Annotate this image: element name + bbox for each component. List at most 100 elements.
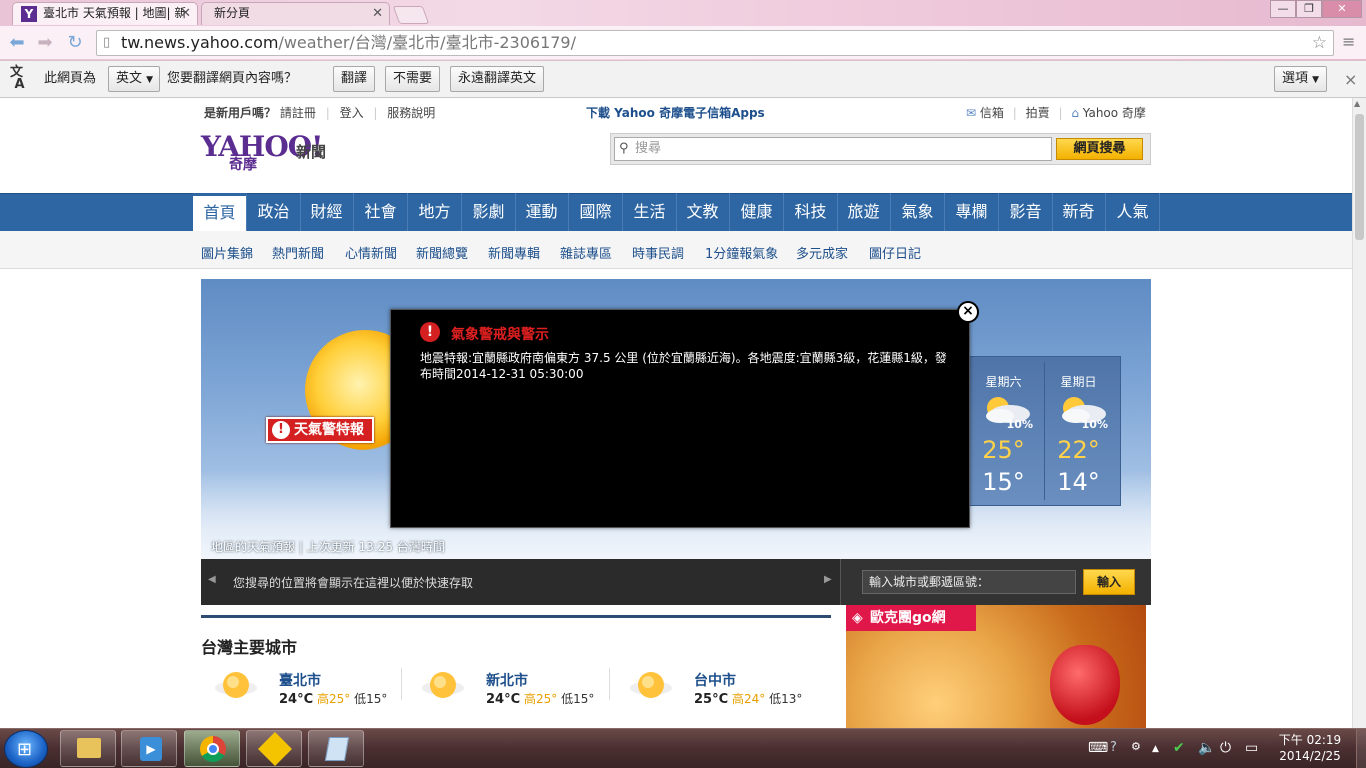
web-search-button[interactable]: 網頁搜尋 xyxy=(1056,138,1143,160)
network-icon[interactable]: ▭ xyxy=(1245,740,1258,756)
nav-item[interactable]: 首頁 xyxy=(193,193,247,231)
tab-weather[interactable]: Y 臺北市 天氣預報 | 地圖| 新 ✕ xyxy=(12,2,198,25)
nav-item[interactable]: 地方 xyxy=(408,193,462,231)
taskbar-media-player[interactable]: ▶ xyxy=(121,730,177,767)
nav-item[interactable]: 旅遊 xyxy=(837,193,891,231)
sub-nav-item[interactable]: 時事民調 xyxy=(632,243,684,262)
translate-close-icon[interactable]: × xyxy=(1344,70,1357,89)
home-link[interactable]: Yahoo 奇摩 xyxy=(1083,106,1146,120)
city-input[interactable]: 輸入城市或郵遞區號： xyxy=(862,570,1076,594)
city-submit-button[interactable]: 輸入 xyxy=(1083,569,1135,595)
sub-nav-item[interactable]: 新聞專輯 xyxy=(488,243,540,262)
login-link[interactable]: 登入 xyxy=(340,106,364,120)
language-value: 英文 xyxy=(116,71,143,86)
sub-nav-item[interactable]: 圖片集錦 xyxy=(201,243,253,262)
menu-icon[interactable]: ≡ xyxy=(1342,34,1360,50)
always-translate-button[interactable]: 永遠翻譯英文 xyxy=(450,66,545,92)
sunny-icon xyxy=(215,672,257,698)
sub-nav-item[interactable]: 熱門新聞 xyxy=(272,243,324,262)
nav-item[interactable]: 國際 xyxy=(569,193,623,231)
taskbar-app[interactable] xyxy=(246,730,302,767)
show-desktop-button[interactable] xyxy=(1356,729,1366,768)
security-check-icon[interactable]: ✔ xyxy=(1173,740,1185,756)
close-window-button[interactable]: ✕ xyxy=(1322,0,1362,18)
nav-item[interactable]: 新奇 xyxy=(1052,193,1106,231)
taskbar-chrome[interactable] xyxy=(184,730,240,767)
sunny-icon xyxy=(422,672,464,698)
chevron-down-icon: ▼ xyxy=(1312,75,1320,85)
forward-arrow-icon[interactable]: ➡ xyxy=(34,32,56,54)
modal-close-button[interactable]: × xyxy=(957,301,979,323)
nav-item[interactable]: 氣象 xyxy=(891,193,945,231)
clock-date: 2014/2/25 xyxy=(1279,749,1341,763)
volume-icon[interactable]: 🔈 xyxy=(1198,740,1215,756)
city-name-link[interactable]: 臺北市 xyxy=(279,670,321,690)
nav-item[interactable]: 科技 xyxy=(784,193,838,231)
nav-item[interactable]: 專欄 xyxy=(945,193,999,231)
language-select[interactable]: 英文 ▼ xyxy=(108,66,160,92)
new-tab-button[interactable] xyxy=(392,6,430,24)
nav-item[interactable]: 健康 xyxy=(730,193,784,231)
address-bar[interactable]: ▯ tw.news.yahoo.com/weather/台灣/臺北市/臺北市-2… xyxy=(96,30,1334,56)
sub-nav-item[interactable]: 雜誌專區 xyxy=(560,243,612,262)
recent-locations-message: 您搜尋的位置將會顯示在這裡以便於快速存取 xyxy=(233,576,474,590)
translate-button[interactable]: 翻譯 xyxy=(333,66,376,92)
scroll-up-icon[interactable]: ▲ xyxy=(1354,99,1360,108)
yahoo-favicon-icon: Y xyxy=(21,6,37,22)
no-translate-button[interactable]: 不需要 xyxy=(385,66,441,92)
tray-expand-icon[interactable]: ▲ xyxy=(1152,744,1159,754)
nav-item[interactable]: 社會 xyxy=(354,193,408,231)
mail-link[interactable]: 信箱 xyxy=(980,106,1004,120)
power-icon[interactable]: ⏻ xyxy=(1220,740,1231,756)
minimize-button[interactable]: — xyxy=(1270,0,1296,18)
maximize-button[interactable]: ❐ xyxy=(1296,0,1322,18)
modal-title: 氣象警戒與警示 xyxy=(451,327,549,343)
translate-question: 您要翻譯網頁內容嗎？ xyxy=(167,71,298,86)
nav-item[interactable]: 人氣 xyxy=(1106,193,1160,231)
keyboard-icon[interactable]: ⌨ xyxy=(1088,740,1108,756)
city-name-link[interactable]: 新北市 xyxy=(486,670,528,690)
sub-nav-item[interactable]: 1分鐘報氣象 xyxy=(705,243,778,262)
promo-link[interactable]: 下載 Yahoo 奇摩電子信箱Apps xyxy=(586,104,765,121)
nav-item[interactable]: 影音 xyxy=(999,193,1053,231)
search-input[interactable]: ⚲ 搜尋 xyxy=(614,137,1052,161)
sub-nav-item[interactable]: 新聞總覽 xyxy=(416,243,468,262)
city-temperature: 24°C 高25° 低15° xyxy=(486,690,594,707)
nav-item[interactable]: 生活 xyxy=(623,193,677,231)
nav-item[interactable]: 文教 xyxy=(676,193,730,231)
city-low: 低13° xyxy=(769,692,803,706)
options-button[interactable]: 選項 ▼ xyxy=(1274,66,1328,92)
taskbar-notepad[interactable] xyxy=(308,730,364,767)
back-arrow-icon[interactable]: ⬅ xyxy=(6,32,28,54)
help-link[interactable]: 服務說明 xyxy=(387,106,435,120)
tab-new[interactable]: 新分頁 ✕ xyxy=(201,2,390,25)
city-temp: 25°C xyxy=(694,692,729,707)
start-button[interactable]: ⊞ xyxy=(4,730,48,768)
scrollbar-thumb[interactable] xyxy=(1355,114,1364,240)
reload-icon[interactable]: ↻ xyxy=(64,32,86,54)
nav-item[interactable]: 影劇 xyxy=(462,193,516,231)
taskbar-explorer[interactable] xyxy=(60,730,116,767)
system-clock[interactable]: 下午 02:19 2014/2/25 xyxy=(1270,732,1350,764)
weather-alert-button[interactable]: ! 天氣警特報 xyxy=(266,417,374,443)
ad-label[interactable]: ◈ 歐克團go網 xyxy=(846,605,976,631)
bookmark-star-icon[interactable]: ☆ xyxy=(1312,31,1327,55)
forecast-low: 15° xyxy=(982,468,1025,496)
tray-settings-icon[interactable]: ⚙ xyxy=(1131,740,1141,753)
auction-link[interactable]: 拍賣 xyxy=(1026,106,1050,120)
register-link[interactable]: 請註冊 xyxy=(280,106,316,120)
forecast-precip: 10% xyxy=(1006,418,1033,431)
nav-item[interactable]: 財經 xyxy=(300,193,354,231)
strawberry-image xyxy=(1050,645,1120,725)
city-name-link[interactable]: 台中市 xyxy=(694,670,736,690)
help-icon[interactable]: ? xyxy=(1110,740,1117,755)
nav-item[interactable]: 運動 xyxy=(515,193,569,231)
sub-nav-item[interactable]: 圖仔日記 xyxy=(869,243,921,262)
sub-nav-item[interactable]: 心情新聞 xyxy=(345,243,397,262)
next-arrow-icon[interactable]: ▶ xyxy=(824,574,832,585)
tab-close-icon[interactable]: ✕ xyxy=(180,3,191,24)
tab-close-icon[interactable]: ✕ xyxy=(372,3,383,24)
prev-arrow-icon[interactable]: ◀ xyxy=(208,574,216,585)
sub-nav-item[interactable]: 多元成家 xyxy=(796,243,848,262)
nav-item[interactable]: 政治 xyxy=(247,193,301,231)
